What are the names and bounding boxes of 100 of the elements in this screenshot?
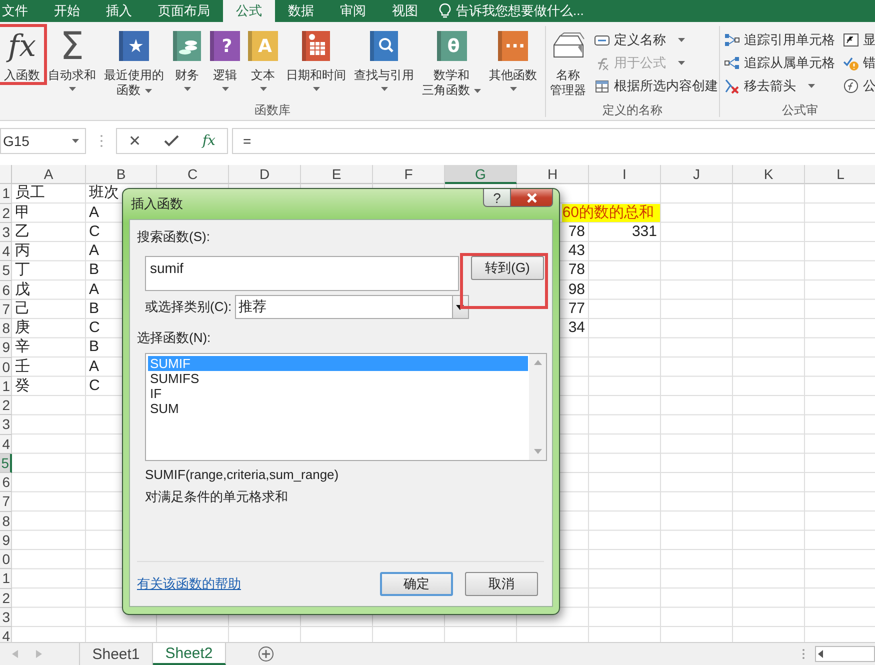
column-header[interactable]: D <box>229 165 301 184</box>
column-header[interactable]: H <box>517 165 589 184</box>
ribbon-button[interactable]: A 文本 <box>244 26 282 95</box>
add-sheet-icon[interactable] <box>258 646 274 662</box>
ribbon-button[interactable]: Σ 自动求和 <box>44 26 100 95</box>
row-header[interactable]: 7 <box>0 492 12 512</box>
ribbon-tab[interactable]: 页面布局 <box>145 0 223 22</box>
row-header[interactable]: 5 <box>0 261 12 280</box>
function-icon: fx <box>8 28 36 64</box>
enter-icon[interactable] <box>164 135 180 147</box>
row-header[interactable]: 4 <box>0 242 12 262</box>
row-header[interactable]: 0 <box>0 358 12 377</box>
help-button[interactable]: ? <box>483 189 511 207</box>
search-field[interactable]: sumif <box>145 256 459 291</box>
scroll-left-icon <box>816 649 826 659</box>
ribbon-button[interactable]: ··· 其他函数 <box>485 26 541 95</box>
ribbon-button[interactable]: 日期和时间 <box>282 26 350 95</box>
ribbon-button[interactable]: 根据所选内容创建 <box>594 76 718 96</box>
cell-text: B <box>89 338 100 356</box>
row-header[interactable]: 8 <box>0 319 12 338</box>
name-box[interactable]: G15 <box>0 128 86 154</box>
sheet-tab[interactable]: Sheet2 <box>153 643 226 665</box>
cell-text: B <box>89 261 100 280</box>
row-header[interactable]: 9 <box>0 530 12 550</box>
ribbon-button[interactable]: 追踪从属单元格 <box>724 53 835 73</box>
row-header[interactable]: 2 <box>0 396 12 416</box>
row-header[interactable]: 6 <box>0 473 12 492</box>
row-header[interactable]: 1 <box>0 376 12 396</box>
cell-text: 78 <box>568 222 585 241</box>
row-header[interactable]: 4 <box>0 434 12 454</box>
row-header[interactable]: 6 <box>0 280 12 300</box>
column-header[interactable]: C <box>157 165 229 184</box>
row-header[interactable]: 2 <box>0 588 12 608</box>
ribbon-tab[interactable]: 插入 <box>93 0 145 22</box>
column-header[interactable]: A <box>12 165 86 184</box>
ribbon-button[interactable]: 定义名称 <box>594 30 718 50</box>
function-list[interactable]: SUMIF SUMIFS IF SUM <box>145 353 547 461</box>
insert-function-button[interactable]: fx <box>202 133 216 149</box>
book-icon: θ <box>436 31 466 61</box>
cell-text: 壬 <box>15 358 30 376</box>
row-header[interactable]: 0 <box>0 550 12 570</box>
ribbon-button[interactable]: ★ 最近使用的 函数 <box>100 26 168 98</box>
row-header[interactable]: 4 <box>0 627 12 642</box>
cancel-button[interactable]: 取消 <box>465 572 538 596</box>
list-item[interactable]: SUMIFS <box>148 371 528 386</box>
row-header[interactable]: 3 <box>0 415 12 434</box>
list-item[interactable]: IF <box>148 386 528 401</box>
column-header[interactable]: I <box>589 165 661 184</box>
tell-me-field[interactable]: 告诉我您想要做什么... <box>456 2 584 20</box>
row-header[interactable]: 7 <box>0 300 12 319</box>
ribbon-button[interactable]: fx 入函数 <box>0 26 44 83</box>
cell-text: A <box>89 358 100 376</box>
ribbon-tab[interactable]: 开始 <box>41 0 93 22</box>
horizontal-scrollbar[interactable] <box>815 646 875 662</box>
ribbon-button[interactable]: 移去箭头 <box>724 76 835 96</box>
column-header[interactable]: J <box>661 165 733 184</box>
row-header[interactable]: 1 <box>0 569 12 588</box>
ribbon-button[interactable]: 查找与引用 <box>350 26 418 95</box>
column-header[interactable]: F <box>373 165 445 184</box>
cell-text: 员工 <box>15 184 45 202</box>
cell-text: 60的数的总和 <box>562 204 660 222</box>
formula-field[interactable]: = <box>232 128 875 154</box>
cancel-button[interactable]: ✕ <box>128 132 142 150</box>
ribbon-tab[interactable]: 公式 <box>223 0 275 22</box>
row-header[interactable]: 8 <box>0 512 12 531</box>
ribbon-button[interactable]: 财务 <box>168 26 206 95</box>
go-button[interactable]: 转到(G) <box>471 256 544 280</box>
row-header[interactable]: 2 <box>0 204 12 223</box>
row-header[interactable]: 5 <box>0 454 12 473</box>
ribbon-button[interactable]: ? 逻辑 <box>206 26 244 95</box>
row-header[interactable]: 9 <box>0 338 12 358</box>
next-sheet-icon <box>36 650 42 658</box>
ribbon-button[interactable]: 追踪引用单元格 <box>724 30 835 50</box>
ribbon-tab[interactable]: 视图 <box>379 0 431 22</box>
cell-text: A <box>89 280 100 299</box>
group-label: 公式审 <box>781 103 819 117</box>
row-header[interactable]: 3 <box>0 608 12 627</box>
grip-icon <box>802 648 805 660</box>
ribbon-tab[interactable]: 数据 <box>275 0 327 22</box>
ribbon-tab[interactable]: 审阅 <box>327 0 379 22</box>
column-header[interactable]: G <box>445 165 517 184</box>
ribbon-tab[interactable]: 文件 <box>0 0 41 22</box>
column-header[interactable]: E <box>301 165 373 184</box>
list-item[interactable]: SUM <box>148 401 528 416</box>
cell-text: 331 <box>632 222 657 241</box>
row-header[interactable]: 3 <box>0 222 12 242</box>
help-link[interactable]: 有关该函数的帮助 <box>137 575 241 593</box>
cell-text: C <box>89 376 100 395</box>
ribbon-button[interactable]: 名称 管理器 <box>546 26 590 98</box>
column-header[interactable]: B <box>86 165 157 184</box>
column-header[interactable]: K <box>733 165 805 184</box>
close-button[interactable] <box>511 189 553 207</box>
category-dropdown[interactable]: 推荐 <box>234 295 469 319</box>
cell-text: 甲 <box>15 204 30 222</box>
column-header[interactable]: L <box>805 165 875 184</box>
ok-button[interactable]: 确定 <box>380 572 453 596</box>
remove-arrows-icon <box>724 78 740 94</box>
cell-text: 己 <box>15 300 30 318</box>
row-header[interactable]: 1 <box>0 184 12 204</box>
ribbon-button[interactable]: θ 数学和 三角函数 <box>418 26 485 98</box>
